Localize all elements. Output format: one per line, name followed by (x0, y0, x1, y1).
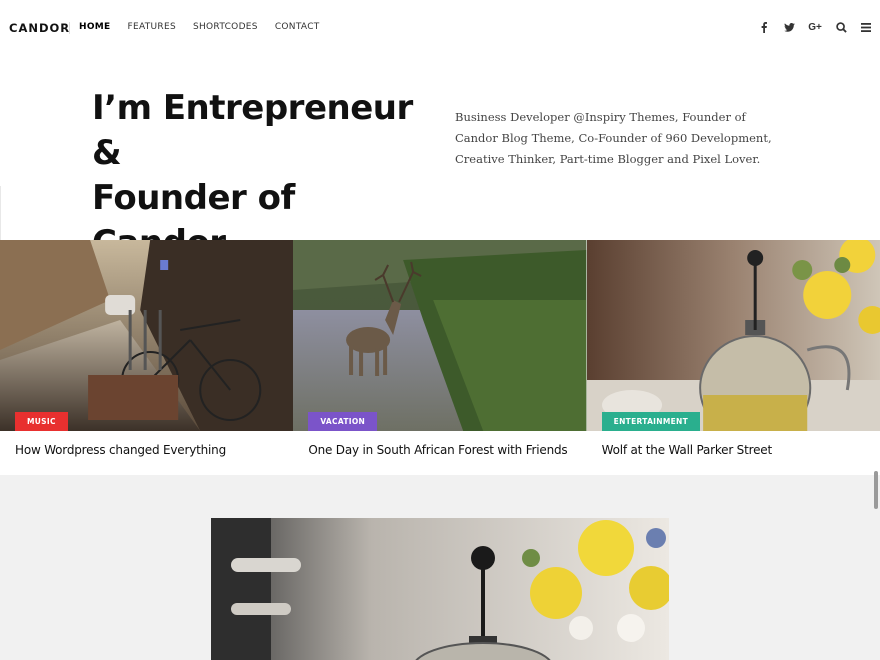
nav-features[interactable]: FEATURES (128, 22, 176, 32)
scrollbar-thumb[interactable] (874, 471, 878, 509)
post-image-deer[interactable] (293, 240, 587, 431)
category-badge[interactable]: MUSIC (15, 412, 68, 431)
twitter-icon[interactable] (783, 20, 795, 34)
menu-icon[interactable] (860, 20, 872, 34)
google-plus-icon[interactable]: G+ (808, 20, 822, 34)
main-nav: HOME FEATURES SHORTCODES CONTACT (79, 22, 337, 32)
post-image-street[interactable] (0, 240, 294, 431)
nav-shortcodes[interactable]: SHORTCODES (193, 22, 258, 32)
featured-posts: MUSIC How Wordpress changed Everything V… (0, 240, 880, 475)
category-badge[interactable]: VACATION (308, 412, 378, 431)
hero-description: Business Developer @Inspiry Themes, Foun… (455, 110, 772, 166)
category-badge[interactable]: ENTERTAINMENT (601, 412, 701, 431)
featured-image[interactable] (211, 518, 669, 660)
post-card: ENTERTAINMENT Wolf at the Wall Parker St… (586, 240, 880, 475)
search-icon[interactable] (835, 20, 847, 34)
nav-home[interactable]: HOME (79, 22, 111, 32)
post-image-tea[interactable] (586, 240, 880, 431)
post-title[interactable]: Wolf at the Wall Parker Street (602, 443, 772, 457)
site-logo[interactable]: CANDOR (9, 21, 70, 35)
site-header: CANDOR HOME FEATURES SHORTCODES CONTACT … (0, 0, 880, 56)
logo-divider (69, 22, 70, 34)
hero-title: I’m Entrepreneur & Founder of Candor (92, 86, 432, 266)
post-card: MUSIC How Wordpress changed Everything (0, 240, 294, 475)
post-title[interactable]: One Day in South African Forest with Fri… (308, 443, 567, 457)
post-title[interactable]: How Wordpress changed Everything (15, 443, 226, 457)
hero-title-line-1: I’m Entrepreneur & (92, 88, 413, 173)
post-card: VACATION One Day in South African Forest… (293, 240, 587, 475)
hero-border (0, 186, 1, 240)
facebook-icon[interactable] (758, 20, 770, 34)
header-icons: G+ (745, 20, 872, 34)
nav-contact[interactable]: CONTACT (275, 22, 320, 32)
